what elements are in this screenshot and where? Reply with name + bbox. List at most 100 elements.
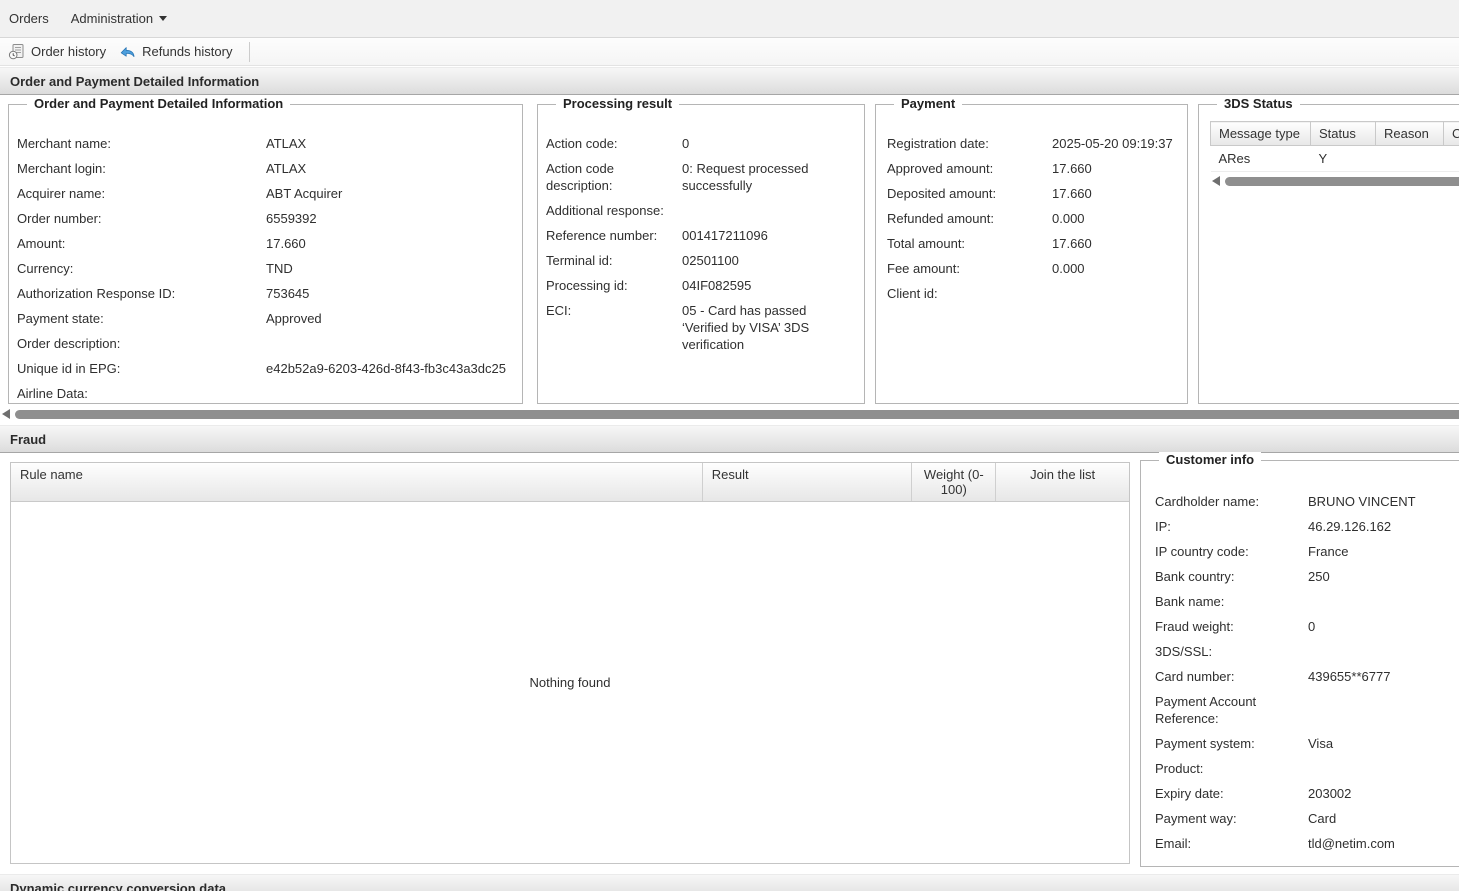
- threeds-cell-reason: [1376, 146, 1444, 172]
- field-label: Client id:: [887, 285, 1052, 302]
- field-row: Reference number: 001417211096: [546, 223, 856, 248]
- field-value: 05 - Card has passed ‘Verified by VISA’ …: [682, 302, 856, 353]
- fraud-section-bar: Fraud: [0, 425, 1459, 453]
- threeds-h-scrollbar[interactable]: [1210, 175, 1459, 187]
- field-row: Deposited amount: 17.660: [887, 181, 1179, 206]
- details-panel: Order and Payment Detailed Information M…: [0, 95, 1459, 406]
- field-value: Visa: [1308, 735, 1459, 752]
- scroll-left-icon[interactable]: [2, 409, 10, 419]
- field-row: Registration date: 2025-05-20 09:19:37: [887, 131, 1179, 156]
- fieldset-customer-info: Customer info Cardholder name: BRUNO VIN…: [1140, 460, 1459, 867]
- field-label: Payment state:: [17, 310, 266, 327]
- field-label: Payment way:: [1155, 810, 1308, 827]
- fieldset-processing-result: Processing result Action code: 0 Action …: [537, 104, 865, 404]
- chevron-down-icon: [159, 16, 167, 21]
- field-row: Authorization Response ID: 753645: [17, 281, 514, 306]
- fieldset-payment-legend: Payment: [894, 96, 962, 111]
- field-value: 17.660: [1052, 185, 1179, 202]
- field-row: Payment way: Card: [1155, 806, 1459, 831]
- fieldset-processing-result-legend: Processing result: [556, 96, 679, 111]
- page-title: Order and Payment Detailed Information: [10, 74, 259, 89]
- field-row: Processing id: 04IF082595: [546, 273, 856, 298]
- fieldset-order-info: Order and Payment Detailed Information M…: [8, 104, 523, 404]
- dcc-section-bar: Dynamic currency conversion data: [0, 874, 1459, 891]
- field-row: Client id:: [887, 281, 1179, 306]
- order-history-button[interactable]: Order history: [4, 40, 115, 63]
- fraud-table-header: Rule name Result Weight (0-100) Join the…: [11, 463, 1129, 502]
- field-label: Currency:: [17, 260, 266, 277]
- field-row: Unique id in EPG: e42b52a9-6203-426d-8f4…: [17, 356, 514, 381]
- scroll-left-icon[interactable]: [1212, 176, 1220, 186]
- field-value: e42b52a9-6203-426d-8f43-fb3c43a3dc25: [266, 360, 514, 377]
- field-label: Expiry date:: [1155, 785, 1308, 802]
- scrollbar-thumb[interactable]: [1225, 177, 1459, 186]
- field-row: Acquirer name: ABT Acquirer: [17, 181, 514, 206]
- field-row: Payment Account Reference:: [1155, 689, 1459, 731]
- field-label: Airline Data:: [17, 385, 266, 402]
- menu-item-administration[interactable]: Administration: [71, 7, 177, 30]
- field-row: Total amount: 17.660: [887, 231, 1179, 256]
- field-label: Order description:: [17, 335, 266, 352]
- field-value: ABT Acquirer: [266, 185, 514, 202]
- toolbar: Order history Refunds history: [0, 38, 1459, 66]
- field-row: Merchant name: ATLAX: [17, 131, 514, 156]
- field-label: Card number:: [1155, 668, 1308, 685]
- field-value: 02501100: [682, 252, 856, 269]
- field-value: 0: [682, 135, 856, 152]
- field-row: Merchant login: ATLAX: [17, 156, 514, 181]
- field-label: Fee amount:: [887, 260, 1052, 277]
- field-label: Additional response:: [546, 202, 682, 219]
- field-value: ATLAX: [266, 160, 514, 177]
- threeds-column-header[interactable]: C: [1444, 122, 1459, 146]
- field-value: Approved: [266, 310, 514, 327]
- menu-item-administration-label: Administration: [71, 11, 153, 26]
- field-row: Currency: TND: [17, 256, 514, 281]
- fraud-column-header[interactable]: Weight (0-100): [912, 463, 996, 501]
- field-value: Card: [1308, 810, 1459, 827]
- fieldset-threeds-status: 3DS Status Message type Status Reason C: [1198, 104, 1459, 404]
- field-row: Amount: 17.660: [17, 231, 514, 256]
- menu-item-orders[interactable]: Orders: [9, 7, 59, 30]
- scrollbar-thumb[interactable]: [15, 410, 1459, 419]
- field-value: 0: Request processed successfully: [682, 160, 856, 194]
- threeds-row[interactable]: ARes Y: [1211, 146, 1459, 172]
- refunds-history-button[interactable]: Refunds history: [115, 40, 241, 63]
- field-label: Authorization Response ID:: [17, 285, 266, 302]
- field-label: Action code:: [546, 135, 682, 152]
- field-label: Terminal id:: [546, 252, 682, 269]
- field-value: 753645: [266, 285, 514, 302]
- threeds-column-header[interactable]: Reason: [1376, 122, 1444, 146]
- main-h-scrollbar[interactable]: [0, 408, 1459, 420]
- field-row: IP: 46.29.126.162: [1155, 514, 1459, 539]
- menu-item-orders-label: Orders: [9, 11, 49, 26]
- field-value: 17.660: [1052, 235, 1179, 252]
- fraud-column-header[interactable]: Result: [703, 463, 913, 501]
- field-value: 0.000: [1052, 260, 1179, 277]
- threeds-table: Message type Status Reason C ARes Y: [1210, 121, 1459, 187]
- field-label: Processing id:: [546, 277, 682, 294]
- threeds-column-header[interactable]: Message type: [1211, 122, 1311, 146]
- threeds-column-header[interactable]: Status: [1311, 122, 1376, 146]
- fraud-column-header[interactable]: Rule name: [11, 463, 703, 501]
- fraud-column-header[interactable]: Join the list: [996, 463, 1129, 501]
- field-row: 3DS/SSL:: [1155, 639, 1459, 664]
- dcc-title: Dynamic currency conversion data: [10, 881, 226, 891]
- field-row: Terminal id: 02501100: [546, 248, 856, 273]
- fieldset-payment: Payment Registration date: 2025-05-20 09…: [875, 104, 1188, 404]
- field-row: Fraud weight: 0: [1155, 614, 1459, 639]
- field-value: 46.29.126.162: [1308, 518, 1459, 535]
- toolbar-separator: [249, 42, 250, 62]
- field-value: 04IF082595: [682, 277, 856, 294]
- field-value: BRUNO VINCENT: [1308, 493, 1459, 510]
- field-value: TND: [266, 260, 514, 277]
- field-row: Card number: 439655**6777: [1155, 664, 1459, 689]
- field-value: France: [1308, 543, 1459, 560]
- field-value: ATLAX: [266, 135, 514, 152]
- field-value: 250: [1308, 568, 1459, 585]
- field-value: 2025-05-20 09:19:37: [1052, 135, 1179, 152]
- field-label: Amount:: [17, 235, 266, 252]
- field-label: IP:: [1155, 518, 1308, 535]
- field-label: Registration date:: [887, 135, 1052, 152]
- field-label: Cardholder name:: [1155, 493, 1308, 510]
- field-label: Refunded amount:: [887, 210, 1052, 227]
